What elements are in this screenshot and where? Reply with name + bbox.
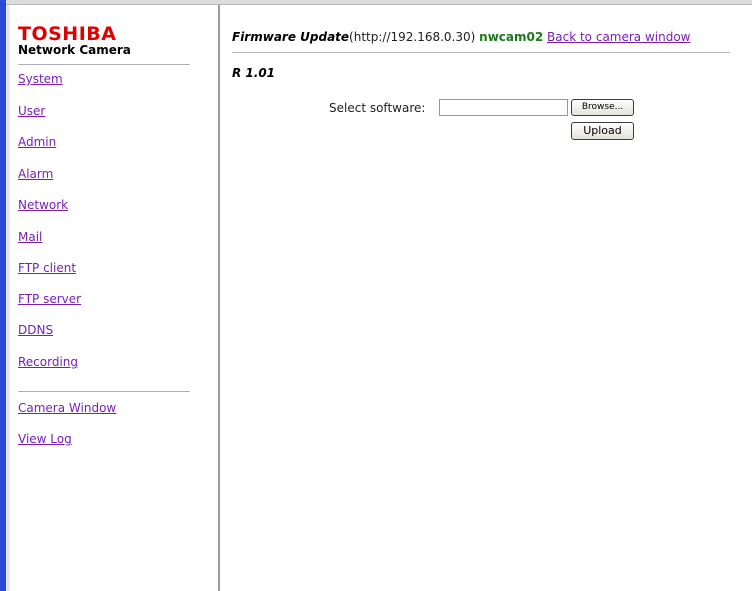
sidebar-item-user[interactable]: User — [18, 104, 45, 118]
sidebar-item-ddns[interactable]: DDNS — [18, 323, 53, 337]
sidebar-item-ftp-client[interactable]: FTP client — [18, 261, 76, 275]
sidebar-item-system[interactable]: System — [18, 72, 63, 86]
header-divider — [232, 52, 730, 53]
main-frame: Firmware Update(http://192.168.0.30) nwc… — [222, 5, 752, 591]
select-software-label: Select software: — [329, 101, 426, 115]
sidebar-item-ftp-server[interactable]: FTP server — [18, 292, 81, 306]
brand-logo: TOSHIBA Network Camera — [18, 25, 131, 58]
sidebar-divider-bottom — [18, 391, 190, 392]
browse-button[interactable]: Browse... — [571, 99, 634, 116]
sidebar-item-recording[interactable]: Recording — [18, 355, 78, 369]
sidebar-item-view-log[interactable]: View Log — [18, 432, 72, 446]
upload-button[interactable]: Upload — [571, 122, 634, 140]
sidebar-divider-top — [18, 64, 190, 65]
sidebar-item-alarm[interactable]: Alarm — [18, 167, 53, 181]
page-header: Firmware Update(http://192.168.0.30) nwc… — [232, 30, 691, 45]
sidebar-item-admin[interactable]: Admin — [18, 135, 56, 149]
sidebar-item-camera-window[interactable]: Camera Window — [18, 401, 116, 415]
sidebar-item-mail[interactable]: Mail — [18, 230, 42, 244]
software-file-input[interactable] — [439, 99, 568, 116]
brand-name: TOSHIBA — [18, 23, 117, 45]
page-title: Firmware Update — [232, 30, 350, 44]
camera-url: (http://192.168.0.30) — [349, 30, 476, 44]
sidebar-item-network[interactable]: Network — [18, 198, 68, 212]
sidebar-frame: TOSHIBA Network Camera System User Admin… — [10, 5, 220, 591]
back-to-camera-link[interactable]: Back to camera window — [547, 30, 690, 44]
brand-subtitle: Network Camera — [18, 43, 131, 57]
camera-name: nwcam02 — [479, 30, 544, 44]
firmware-version: R 1.01 — [232, 66, 276, 80]
